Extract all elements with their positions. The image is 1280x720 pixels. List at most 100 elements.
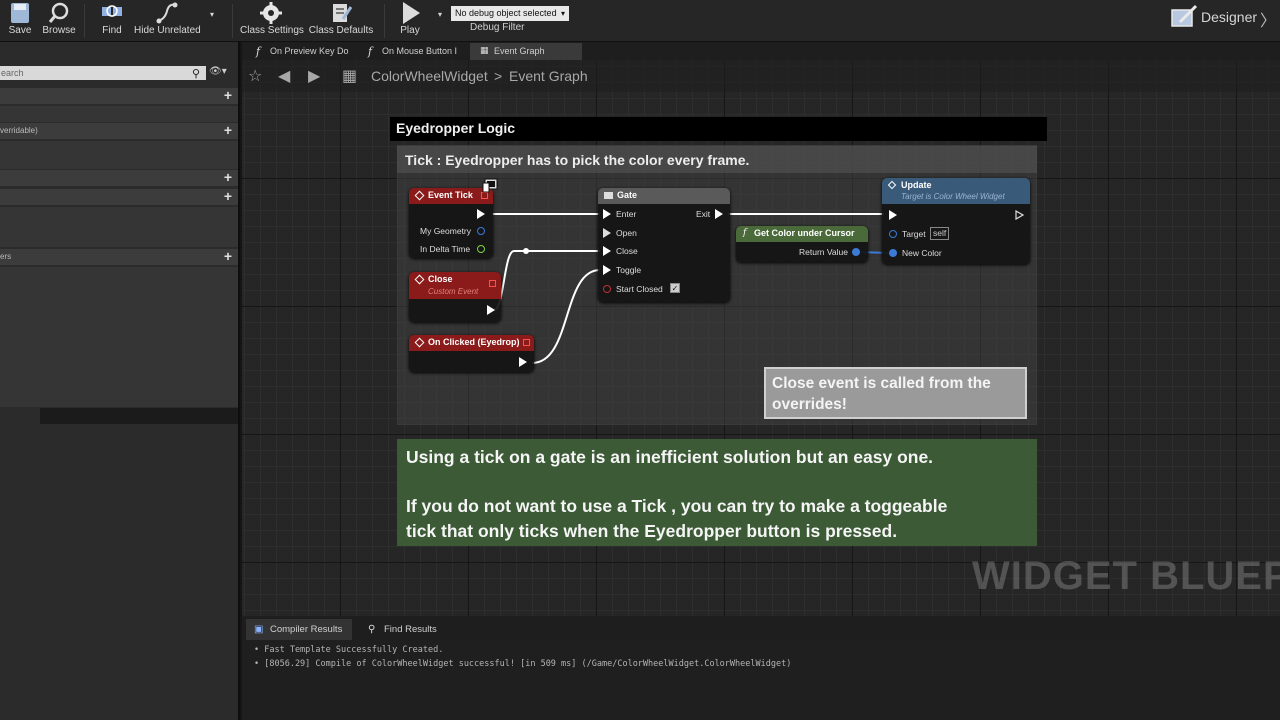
hide-unrelated-icon (156, 2, 178, 24)
tab-find-results[interactable]: ⚲ Find Results (360, 619, 456, 640)
hide-unrelated-button[interactable]: Hide Unrelated (134, 0, 201, 42)
node-subtitle: Target is Color Wheel Widget (901, 192, 1005, 201)
my-blueprint-panel: earch ⚲ 👁▾ + verridable) + + + ers + (0, 42, 240, 720)
exec-in-pin[interactable] (889, 210, 897, 220)
function-icon: f (743, 228, 747, 238)
node-subtitle: Custom Event (428, 287, 479, 296)
note-text: Close event is called from the overrides… (772, 375, 991, 413)
tab-label: Compiler Results (270, 624, 343, 635)
save-button[interactable]: Save (4, 0, 36, 42)
delegate-pin[interactable] (489, 280, 496, 287)
tab-label: On Preview Key Do (270, 46, 349, 56)
pin-label: New Color (902, 248, 942, 258)
search-icon[interactable]: ⚲ (192, 67, 200, 80)
toolbar-divider (84, 4, 85, 38)
chevron-down-icon: ▾ (437, 10, 442, 19)
note-text: Using a tick on a gate is an inefficient… (406, 447, 934, 467)
new-color-pin[interactable] (889, 249, 897, 257)
node-get-color-under-cursor[interactable]: f Get Color under Cursor Return Value (736, 226, 868, 262)
toolbar-divider (384, 4, 385, 38)
class-defaults-button[interactable]: Class Defaults (308, 0, 374, 42)
node-title: Update (901, 180, 932, 190)
add-dispatcher-icon[interactable]: + (224, 249, 232, 264)
toggle-pin[interactable] (603, 265, 611, 275)
node-title: On Clicked (Eyedrop) (428, 337, 520, 347)
event-graph-canvas[interactable]: ☆ ◀ ▶ ▦ ColorWheelWidget > Event Graph E… (242, 60, 1280, 616)
return-value-pin[interactable] (852, 248, 860, 256)
node-title: Close (428, 274, 453, 284)
toolbar-divider (232, 4, 233, 38)
node-event-tick[interactable]: Event Tick My Geometry In Delta Time (409, 188, 493, 258)
delegate-pin[interactable] (523, 339, 530, 346)
bottom-tabbar: ▣ Compiler Results ⚲ Find Results (242, 616, 1280, 640)
node-title: Gate (617, 190, 638, 200)
compiler-output-log: • Fast Template Successfully Created. • … (242, 640, 1280, 720)
function-list (0, 141, 238, 169)
debug-object-select[interactable]: No debug object selected ▾ (451, 6, 569, 21)
play-button[interactable]: Play (392, 0, 428, 42)
exec-out-pin[interactable] (519, 357, 527, 367)
target-self-value[interactable]: self (930, 227, 950, 240)
find-button[interactable]: Find (96, 0, 128, 42)
start-closed-pin[interactable] (603, 285, 611, 293)
comment-note-tick-gate[interactable]: Using a tick on a gate is an inefficient… (397, 439, 1037, 546)
section-macros[interactable]: + (0, 170, 238, 186)
pin-label: Enter (616, 209, 637, 219)
search-input[interactable]: earch (0, 66, 206, 80)
add-graph-icon[interactable]: + (224, 88, 232, 103)
debug-object-value: No debug object selected (455, 8, 557, 18)
add-variable-icon[interactable]: + (224, 189, 232, 204)
section-functions[interactable]: verridable) + (0, 123, 238, 139)
add-function-icon[interactable]: + (224, 123, 232, 138)
graph-icon: ▦ (480, 46, 489, 56)
tab-compiler-results[interactable]: ▣ Compiler Results (246, 619, 352, 640)
pin-label: Close (616, 246, 638, 256)
exit-pin[interactable] (715, 209, 723, 219)
exec-out-pin[interactable] (1015, 210, 1025, 220)
log-line: • Fast Template Successfully Created. (254, 645, 444, 655)
close-pin[interactable] (603, 246, 611, 256)
node-close-event[interactable]: Close Custom Event (409, 272, 501, 322)
hide-unrelated-dropdown[interactable]: ▾ (205, 0, 219, 42)
exec-out-pin[interactable] (477, 209, 485, 219)
play-options-dropdown[interactable]: ▾ (433, 0, 447, 42)
pin-label: Exit (696, 209, 711, 219)
view-options-icon[interactable]: 👁▾ (209, 66, 227, 77)
delta-time-pin[interactable] (477, 245, 485, 253)
section-variables[interactable]: + (0, 189, 238, 205)
node-on-clicked-eyedrop[interactable]: On Clicked (Eyedrop) (409, 335, 534, 372)
designer-mode-button[interactable]: Designer 〉 (1168, 2, 1278, 32)
section-graphs[interactable]: + (0, 88, 238, 104)
node-gate[interactable]: Gate Enter Open Close Toggle Start Close… (598, 188, 730, 302)
graph-item[interactable] (0, 106, 238, 122)
section-event-dispatchers[interactable]: ers + (0, 249, 238, 265)
tab-label: On Mouse Button I (382, 46, 458, 56)
chevron-down-icon: ▾ (209, 10, 214, 19)
class-settings-button[interactable]: Class Settings (240, 0, 304, 42)
graph-tabbar: f On Preview Key Do f On Mouse Button I ▦ E… (242, 42, 1280, 60)
function-icon: f (368, 45, 373, 58)
save-icon (11, 3, 29, 23)
debug-filter-label: Debug Filter (470, 22, 525, 33)
tab-event-graph[interactable]: ▦ Event Graph (470, 43, 582, 60)
geometry-pin[interactable] (477, 227, 485, 235)
target-pin[interactable] (889, 230, 897, 238)
exec-out-pin[interactable] (487, 305, 495, 315)
open-pin[interactable] (603, 228, 611, 238)
section-event-dispatchers-label: ers (0, 252, 12, 261)
pin-label: Start Closed (616, 284, 663, 294)
node-title: Event Tick (428, 190, 473, 200)
enter-pin[interactable] (603, 209, 611, 219)
tab-on-mouse-button[interactable]: f On Mouse Button I (358, 43, 464, 60)
node-update[interactable]: Update Target is Color Wheel Widget Targ… (882, 178, 1030, 264)
add-macro-icon[interactable]: + (224, 170, 232, 185)
start-closed-checkbox[interactable]: ✓ (670, 283, 680, 293)
comment-note-close-event[interactable]: Close event is called from the overrides… (764, 367, 1027, 419)
tab-label: Find Results (384, 624, 437, 635)
tab-label: Event Graph (494, 46, 545, 56)
tab-on-preview-key-down[interactable]: f On Preview Key Do (246, 43, 354, 60)
pin-label: Open (616, 228, 637, 238)
panel-scrollbar[interactable] (40, 408, 238, 424)
class-defaults-icon (333, 4, 353, 22)
browse-button[interactable]: Browse (40, 0, 78, 42)
